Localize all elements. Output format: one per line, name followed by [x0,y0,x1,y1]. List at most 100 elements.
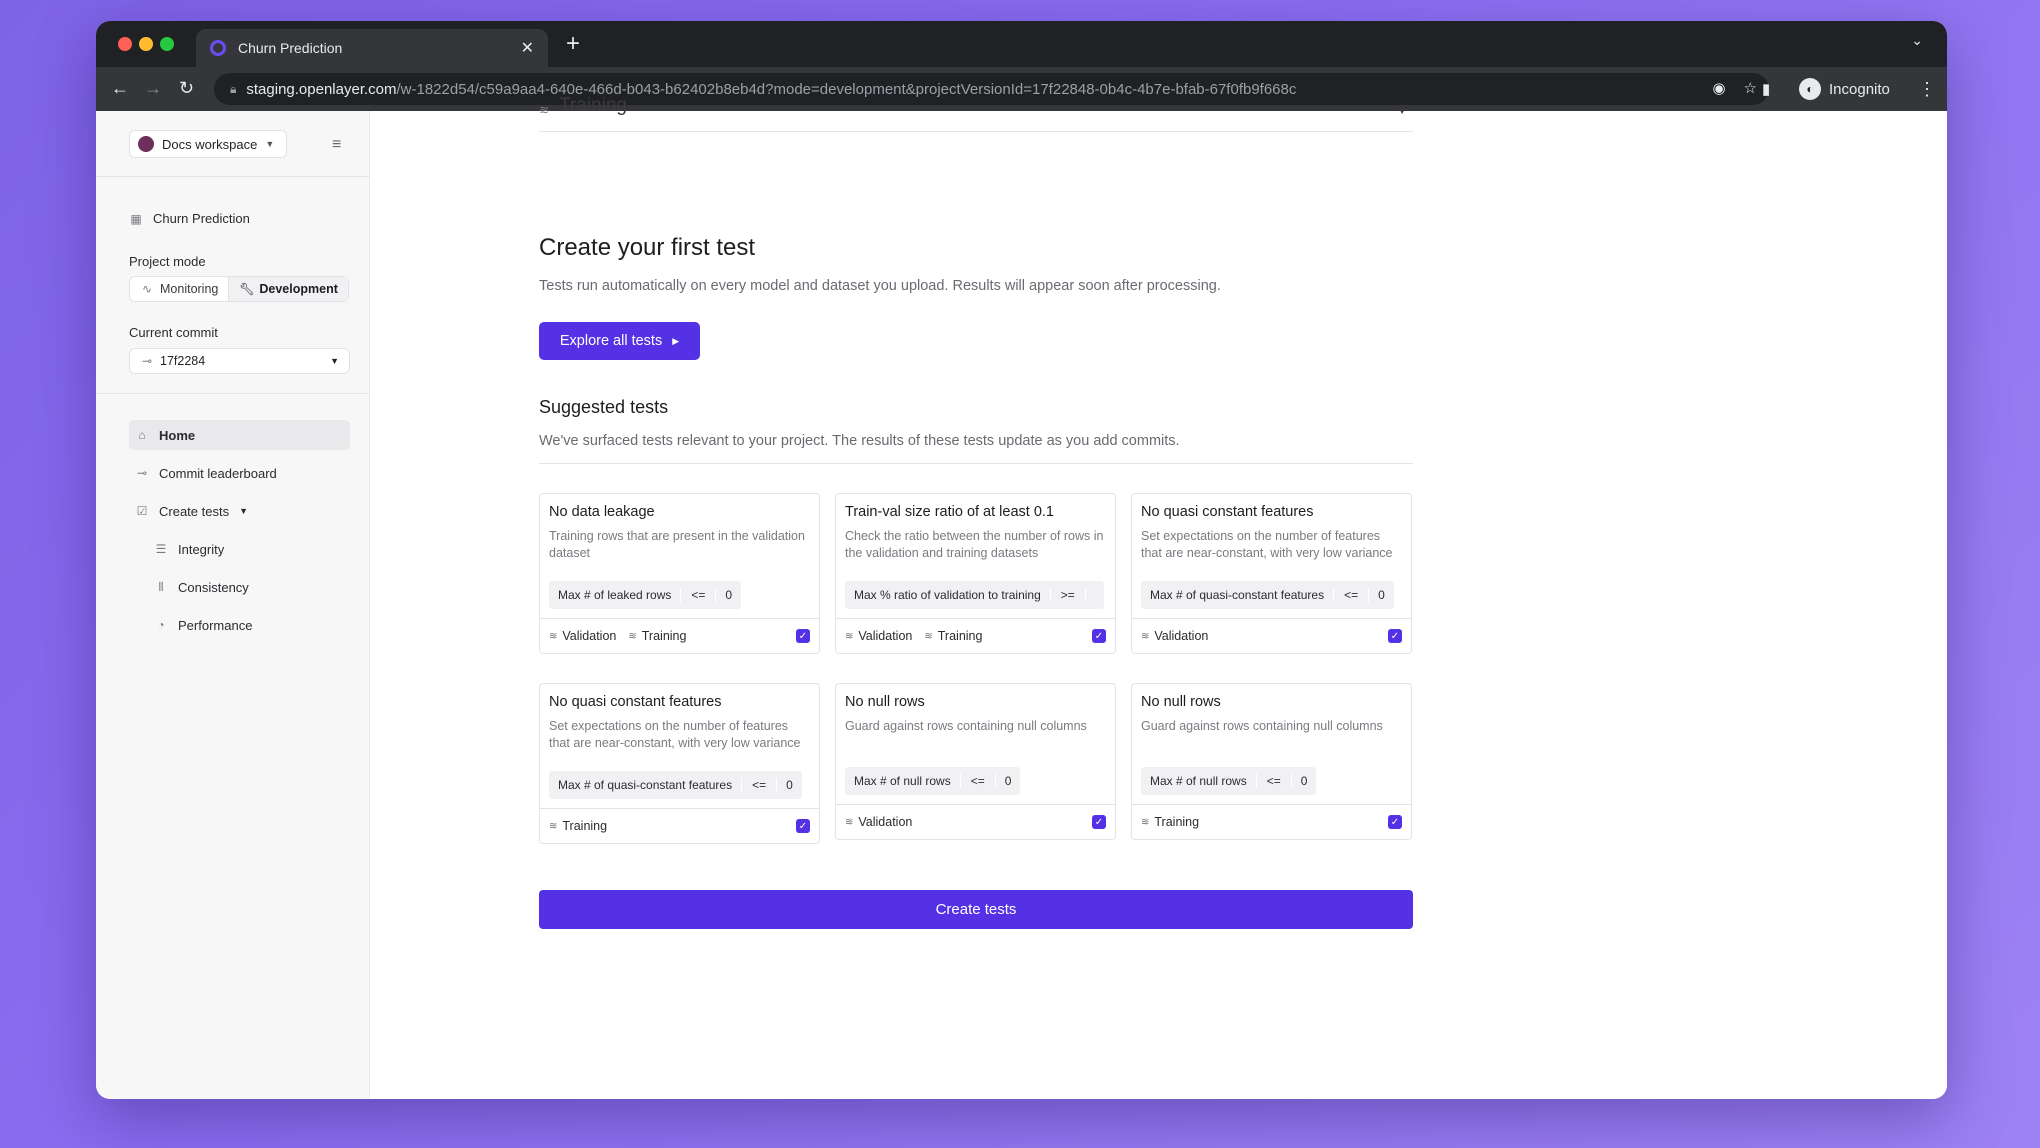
layers-icon: ≋ [549,630,558,642]
threshold-metric: Max # of quasi-constant features [1150,588,1325,602]
threshold-input[interactable]: Max # of quasi-constant features <= 0 [549,771,802,799]
test-card[interactable]: No data leakage Training rows that are p… [539,493,820,654]
divider [539,463,1413,464]
close-tab-icon[interactable]: ✕ [521,38,534,58]
close-window-button[interactable] [118,37,132,51]
test-card-description: Guard against rows containing null colum… [1141,719,1383,733]
main-content: ≋ Training ▼ Create your first test Test… [370,95,1947,1099]
side-panel-icon[interactable]: ▮ [1762,67,1770,111]
mode-monitoring-label: Monitoring [160,282,219,296]
divider [96,393,370,394]
test-card-description: Guard against rows containing null colum… [845,719,1087,733]
test-card-footer: ≋ Training ✓ [540,808,819,843]
threshold-value[interactable]: 0 [1292,774,1317,788]
threshold-value[interactable]: 0 [996,774,1021,788]
sidebar-item-label: Consistency [178,579,249,595]
browser-tab[interactable]: Churn Prediction ✕ [196,29,548,67]
explore-all-tests-button[interactable]: Explore all tests ▶ [539,322,700,360]
workspace-switcher[interactable]: Docs workspace ▼ [129,130,287,158]
sidebar-item-performance[interactable]: ◔ Performance [129,610,350,640]
test-card[interactable]: No quasi constant features Set expectati… [1131,493,1412,654]
threshold-input[interactable]: Max # of leaked rows <= 0 [549,581,742,609]
test-card[interactable]: No null rows Guard against rows containi… [1131,683,1412,840]
reload-icon[interactable]: ↻ [179,78,194,99]
threshold-value[interactable]: 0 [1369,588,1394,602]
tab-search-chevron-icon[interactable]: ⌄ [1911,32,1923,49]
dataset-tag-label: Validation [1154,629,1209,643]
workspace-avatar [138,136,154,152]
project-name[interactable]: ▦ Churn Prediction [129,211,250,226]
git-commit-icon: ⊸ [141,354,153,368]
threshold-input[interactable]: Max # of quasi-constant features <= 0 [1141,581,1394,609]
incognito-profile[interactable]: ◐ Incognito [1799,67,1890,111]
caret-down-icon: ▼ [330,356,339,366]
threshold-input[interactable]: Max # of null rows <= 0 [1141,767,1317,795]
threshold-operator[interactable]: <= [1333,588,1370,602]
test-card-title: No null rows [1141,694,1221,710]
dataset-tag: ≋ Training [924,629,982,643]
test-card-footer: ≋ Validation ✓ [836,804,1115,839]
new-tab-icon[interactable]: + [566,30,580,58]
test-card-title: No data leakage [549,504,655,520]
sidebar-item-consistency[interactable]: ⦀ Consistency [129,572,350,602]
mode-monitoring[interactable]: ∿ Monitoring [130,277,228,301]
layers-icon: ≋ [549,820,558,832]
suggested-tests-title: Suggested tests [539,397,669,417]
app-root: Docs workspace ▼ ≡ ▦ Churn Prediction Pr… [96,95,1947,1099]
browser-menu-kebab-icon[interactable]: ⋮ [1918,67,1936,111]
select-test-checkbox[interactable]: ✓ [796,819,810,833]
minimize-window-button[interactable] [139,37,153,51]
test-card-footer: ≋ Validation ≋ Training ✓ [836,618,1115,653]
dataset-tag: ≋ Training [549,819,607,833]
bookmark-star-icon[interactable]: ☆ [1744,79,1757,97]
create-tests-button[interactable]: Create tests [539,890,1413,929]
threshold-operator[interactable]: <= [1255,774,1292,788]
hamburger-menu-icon[interactable]: ≡ [332,136,341,154]
dataset-tag-label: Training [1154,815,1200,829]
test-card[interactable]: No quasi constant features Set expectati… [539,683,820,844]
maximize-window-button[interactable] [160,37,174,51]
dataset-tag: ≋ Validation [845,629,912,643]
layers-icon: ≋ [628,630,637,642]
divider [96,176,370,177]
back-arrow-icon[interactable]: ← [111,78,129,99]
sidebar-item-integrity[interactable]: ☰ Integrity [129,534,350,564]
threshold-operator[interactable]: <= [680,588,717,602]
layers-icon: ≋ [845,630,854,642]
explore-button-label: Explore all tests [559,333,663,349]
threshold-input[interactable]: Max # of null rows <= 0 [845,767,1021,795]
select-test-checkbox[interactable]: ✓ [1388,815,1402,829]
threshold-operator[interactable]: >= [1049,588,1086,602]
table-grid-icon: ▦ [130,211,142,226]
test-card-title: No quasi constant features [549,694,722,710]
incognito-label: Incognito [1829,80,1890,98]
activity-pulse-icon: ∿ [141,282,153,296]
sidebar-item-create-tests[interactable]: ☑ Create tests ▼ [129,496,350,526]
select-test-checkbox[interactable]: ✓ [796,629,810,643]
mode-development[interactable]: 🔧︎ Development [228,277,348,301]
tracking-protection-eye-slash-icon[interactable]: ◉ [1712,79,1725,97]
dataset-tag-label: Training [562,819,608,833]
pie-chart-icon: ◔ [157,618,165,632]
test-card[interactable]: Train-val size ratio of at least 0.1 Che… [835,493,1116,654]
training-dataset-accordion[interactable]: ≋ Training ▼ [539,95,1413,132]
test-card-description: Check the ratio between the number of ro… [845,529,1104,560]
wrench-icon: 🔧︎ [239,282,255,296]
dataset-tag-label: Training [937,629,983,643]
threshold-value[interactable]: 0 [777,778,802,792]
commit-select[interactable]: ⊸ 17f2284 ▼ [129,348,350,374]
select-test-checkbox[interactable]: ✓ [1092,815,1106,829]
select-test-checkbox[interactable]: ✓ [1092,629,1106,643]
test-card-description: Set expectations on the number of featur… [1141,529,1393,560]
select-test-checkbox[interactable]: ✓ [1388,629,1402,643]
sidebar-item-home[interactable]: ⌂ Home [129,420,350,450]
forward-arrow-icon[interactable]: → [144,78,162,99]
test-card-title: No quasi constant features [1141,504,1314,520]
threshold-operator[interactable]: <= [741,778,778,792]
test-card[interactable]: No null rows Guard against rows containi… [835,683,1116,840]
threshold-value[interactable]: 0 [716,588,741,602]
caret-down-icon: ▼ [239,506,249,516]
threshold-input[interactable]: Max % ratio of validation to training >= [845,581,1104,609]
threshold-operator[interactable]: <= [959,774,996,788]
sidebar-item-commit-leaderboard[interactable]: ⊸ Commit leaderboard [129,458,350,488]
